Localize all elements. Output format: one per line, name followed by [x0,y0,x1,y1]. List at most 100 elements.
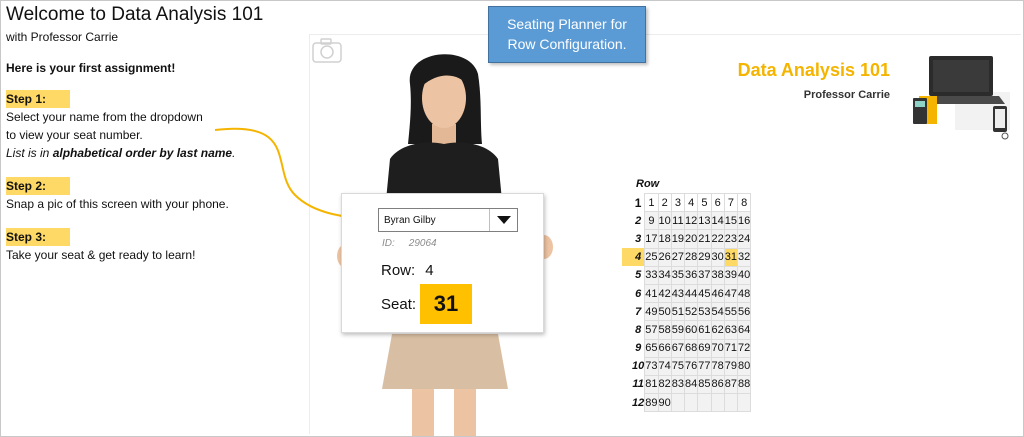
column-number: 3 [670,192,686,213]
seat-cell: 54 [710,302,725,322]
column-number: 4 [683,192,699,213]
seat-cell: 71 [723,338,739,358]
seat-cell: 41 [644,283,659,304]
row-label: Row: [381,262,416,279]
student-id-label: ID: [382,238,395,249]
empty-seat-cell [697,393,712,413]
seat-cell: 24 [736,229,752,249]
seat-cell: 80 [736,356,752,376]
seating-row: 2 9 10 11 12 13 14 15 16 [622,211,752,231]
seat-cell: 70 [710,338,725,358]
seat-cell: 52 [683,302,699,322]
row-number: 5 [635,269,642,282]
row-number: 6 [635,287,642,300]
row-number: 10 [632,360,645,373]
seat-cell: 23 [723,229,739,249]
seat-cell: 69 [697,338,712,358]
row-value: 4 [425,262,434,279]
seat-cell: 86 [710,374,725,395]
seating-row: 6 41 42 43 44 45 46 47 48 [622,283,752,304]
seat-cell: 31 [723,247,739,267]
seat-cell: 68 [683,338,699,358]
empty-seat-cell [736,393,752,413]
dropdown-arrow-icon[interactable] [489,209,517,231]
seat-cell: 36 [683,265,699,285]
column-number: 2 [657,192,672,213]
brand-subtitle: Professor Carrie [803,89,890,101]
seat-cell: 67 [670,338,686,358]
seat-cell: 65 [644,338,659,358]
seat-number-badge: 31 [420,284,472,324]
seat-cell: 28 [683,247,699,267]
seat-cell: 34 [657,265,672,285]
seat-cell: 63 [723,320,739,340]
seat-cell: 45 [697,283,712,304]
student-id: ID: 29064 [382,238,437,249]
seat-label: Seat: [381,296,417,313]
row-number: 3 [635,232,642,245]
seat-cell: 79 [723,356,739,376]
seating-row: 7 49 50 51 52 53 54 55 56 [622,302,752,322]
row-number: 2 [635,214,642,227]
seat-cell: 53 [697,302,712,322]
seat-cell: 78 [710,356,725,376]
seat-cell: 38 [710,265,725,285]
seat-cell: 33 [644,265,659,285]
seat-cell: 46 [710,283,725,304]
seat-cell: 39 [723,265,739,285]
seat-cell: 30 [710,247,725,267]
empty-seat-cell [723,393,739,413]
seat-cell: 48 [736,283,752,304]
seat-cell: 22 [710,229,725,249]
seat-cell: 61 [697,320,712,340]
seat-cell: 12 [683,211,699,231]
column-number: 6 [710,192,725,213]
seat-card: Byran Gilby ID: 29064 Row: 4 Seat: 31 [341,193,544,333]
row-column-header: Row [636,178,660,190]
student-name-dropdown[interactable]: Byran Gilby [378,208,518,232]
seat-cell: 85 [697,374,712,395]
seating-table: 1 1 2 3 4 5 6 7 8 2 9 10 11 12 13 14 15 16 3 17 18 19 20 21 22 23… [622,192,752,413]
seat-cell: 26 [657,247,672,267]
seat-cell: 51 [670,302,686,322]
selected-student-value: Byran Gilby [384,215,436,226]
column-number: 7 [723,192,739,213]
seat-cell: 15 [723,211,739,231]
seat-cell: 14 [710,211,725,231]
seat-cell: 49 [644,302,659,322]
column-number: 5 [697,192,712,213]
seating-row: 8 57 58 59 60 61 62 63 64 [622,320,752,340]
student-id-value: 29064 [408,238,437,249]
seating-row: 3 17 18 19 20 21 22 23 24 [622,229,752,249]
seating-row: 10 73 74 75 76 77 78 79 80 [622,356,752,376]
seat-cell: 35 [670,265,686,285]
seat-cell: 89 [644,393,659,413]
seat-cell: 42 [657,283,672,304]
seat-cell: 40 [736,265,752,285]
seat-cell: 29 [697,247,712,267]
seat-cell: 58 [657,320,672,340]
row-number: 1 [634,195,642,210]
seat-cell: 37 [697,265,712,285]
seat-cell: 55 [723,302,739,322]
column-number: 1 [644,192,659,213]
seat-cell: 18 [657,229,672,249]
seat-cell: 9 [644,211,659,231]
seat-cell: 10 [657,211,672,231]
seat-cell: 84 [683,374,699,395]
grid-column-header-row: 112345678 [622,192,752,213]
seat-cell: 77 [697,356,712,376]
brand-title: Data Analysis 101 [737,60,890,80]
seat-cell: 17 [644,229,659,249]
seat-cell: 88 [736,374,752,395]
row-number: 4 [622,248,645,267]
seat-cell: 19 [670,229,686,249]
seat-cell: 87 [723,374,739,395]
brand-header: Data Analysis 101 Professor Carrie [720,60,890,101]
seat-cell: 32 [736,247,752,267]
seat-cell: 60 [683,320,699,340]
seat-cell: 90 [657,393,672,413]
laptop-devices-illustration [913,56,1010,140]
seat-cell: 75 [670,356,686,376]
seat-cell: 72 [736,338,752,358]
